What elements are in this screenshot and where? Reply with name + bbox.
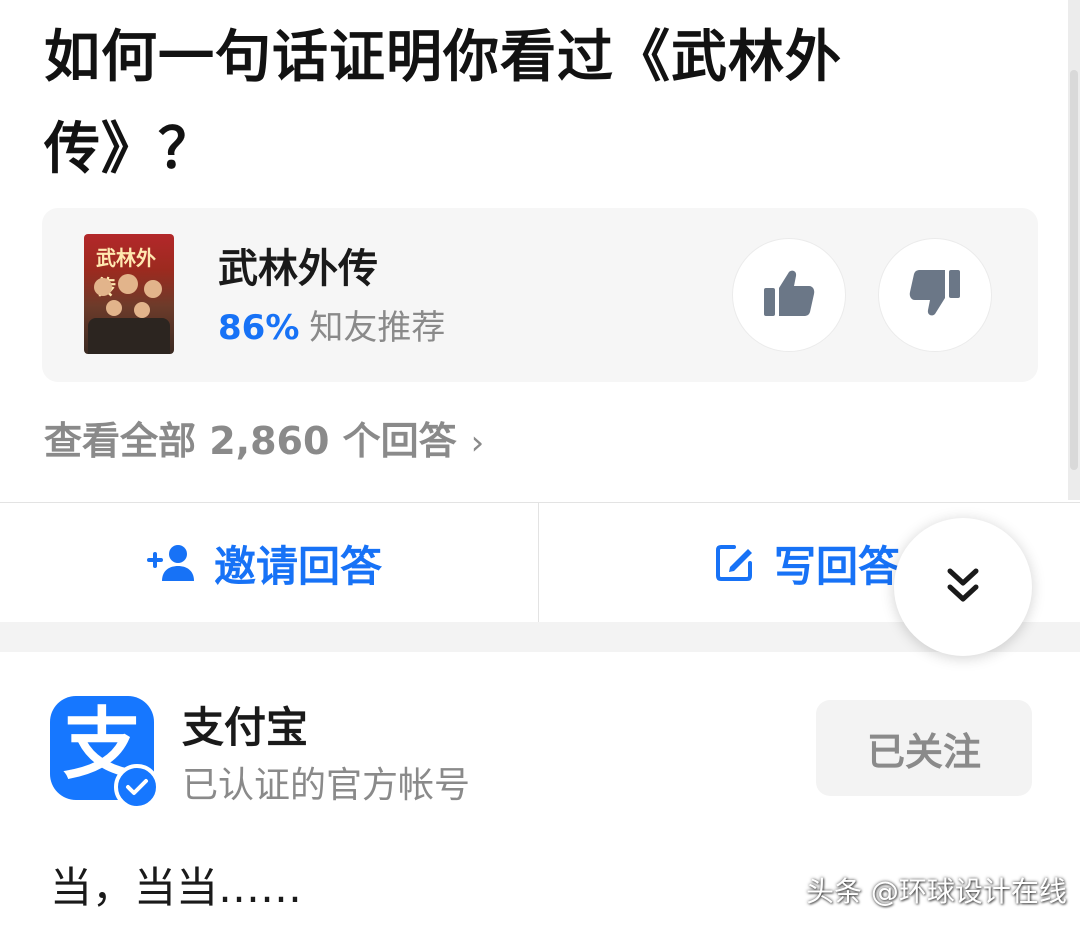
watermark: 头条 @环球设计在线 [806, 875, 1067, 908]
thumbs-down-icon [908, 268, 962, 322]
write-answer-label: 写回答 [774, 541, 901, 591]
rating-label: 知友推荐 [309, 308, 446, 348]
scrollbar-track[interactable] [1068, 0, 1080, 500]
author-name[interactable]: 支付宝 [182, 694, 308, 755]
show-card[interactable]: 武林外传 武林外传 86%知友推荐 [42, 208, 1038, 382]
next-answer-button[interactable] [894, 518, 1032, 656]
poster-figure [106, 300, 122, 316]
edit-icon [712, 541, 756, 585]
write-answer-button[interactable]: 写回答 [712, 503, 900, 623]
follow-button[interactable]: 已关注 [816, 700, 1032, 796]
thumbs-up-icon [762, 268, 816, 322]
poster-figure [118, 274, 138, 294]
poster-figure [94, 278, 112, 296]
add-person-icon [146, 543, 196, 583]
show-poster[interactable]: 武林外传 [84, 234, 174, 354]
downvote-button[interactable] [878, 238, 992, 352]
show-rating: 86% 知友推荐 [218, 300, 445, 349]
question-title: 如何一句话证明你看过《武林外传》？ [44, 25, 842, 182]
double-chevron-down-icon [945, 565, 981, 609]
author-description: 已认证的官方帐号 [182, 765, 471, 806]
view-all-answers-link[interactable]: 查看全部 2,860 个回答 › [44, 410, 484, 465]
invite-answer-label: 邀请回答 [214, 541, 383, 591]
verified-badge-icon [114, 764, 160, 810]
poster-figure [134, 302, 150, 318]
show-name[interactable]: 武林外传 [218, 236, 378, 294]
poster-figure [144, 280, 162, 298]
view-all-label: 查看全部 2,860 个回答 [44, 419, 457, 463]
scrollbar-thumb[interactable] [1070, 70, 1078, 470]
action-divider [538, 503, 539, 623]
upvote-button[interactable] [732, 238, 846, 352]
chevron-right-icon: › [470, 423, 485, 463]
poster-crowd [88, 318, 170, 354]
answer-excerpt[interactable]: 当，当当…… [50, 854, 302, 915]
rating-percent: 86% [218, 308, 300, 348]
invite-answer-button[interactable]: 邀请回答 [146, 503, 382, 623]
